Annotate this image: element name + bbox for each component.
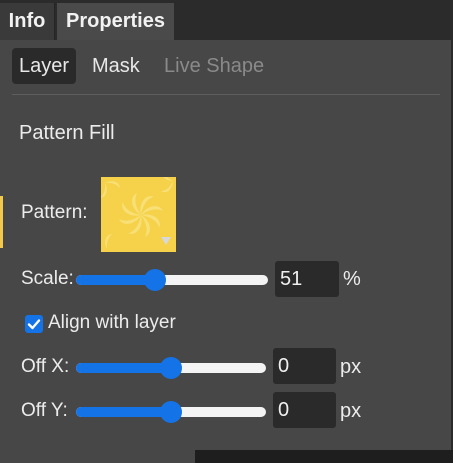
slider-thumb[interactable] <box>160 357 182 379</box>
scale-input[interactable]: 51 <box>275 261 339 297</box>
slider-thumb[interactable] <box>160 401 182 423</box>
panel-tab-bar: Info Properties <box>0 0 453 40</box>
offset-y-unit: px <box>340 400 362 422</box>
pattern-swatch[interactable] <box>101 177 176 252</box>
offset-x-label: Off X: <box>21 356 70 377</box>
properties-panel: Layer Mask Live Shape Pattern Fill Patte… <box>0 40 453 450</box>
canvas-edge <box>0 196 3 248</box>
subtab-live-shape[interactable]: Live Shape <box>164 48 264 84</box>
pattern-label: Pattern: <box>21 202 88 223</box>
checkmark-icon <box>27 319 41 330</box>
scale-unit: % <box>343 268 361 290</box>
properties-panel-window: Info Properties Layer Mask Live Shape Pa… <box>0 0 453 463</box>
slider-track <box>76 275 268 285</box>
slider-fill <box>76 363 171 373</box>
align-checkbox[interactable] <box>25 315 43 333</box>
slider-fill <box>76 407 171 417</box>
align-label: Align with layer <box>48 312 176 333</box>
offset-y-label: Off Y: <box>21 400 68 421</box>
section-title: Pattern Fill <box>19 122 115 144</box>
subtab-layer[interactable]: Layer <box>12 48 76 84</box>
canvas-background <box>195 450 453 463</box>
offset-y-slider[interactable] <box>76 400 266 424</box>
offset-x-unit: px <box>340 356 362 378</box>
tab-properties[interactable]: Properties <box>57 3 174 40</box>
pattern-swirl-icon <box>101 177 173 249</box>
subtab-divider <box>12 94 440 95</box>
chevron-down-icon <box>161 237 171 245</box>
offset-x-input[interactable]: 0 <box>273 348 336 384</box>
subtab-mask[interactable]: Mask <box>92 48 140 84</box>
slider-thumb[interactable] <box>144 269 166 291</box>
tab-info[interactable]: Info <box>0 3 55 40</box>
scale-slider[interactable] <box>76 268 268 292</box>
offset-x-slider[interactable] <box>76 356 266 380</box>
scale-label: Scale: <box>21 268 74 289</box>
offset-y-input[interactable]: 0 <box>273 392 336 428</box>
bottom-strip <box>0 450 453 463</box>
